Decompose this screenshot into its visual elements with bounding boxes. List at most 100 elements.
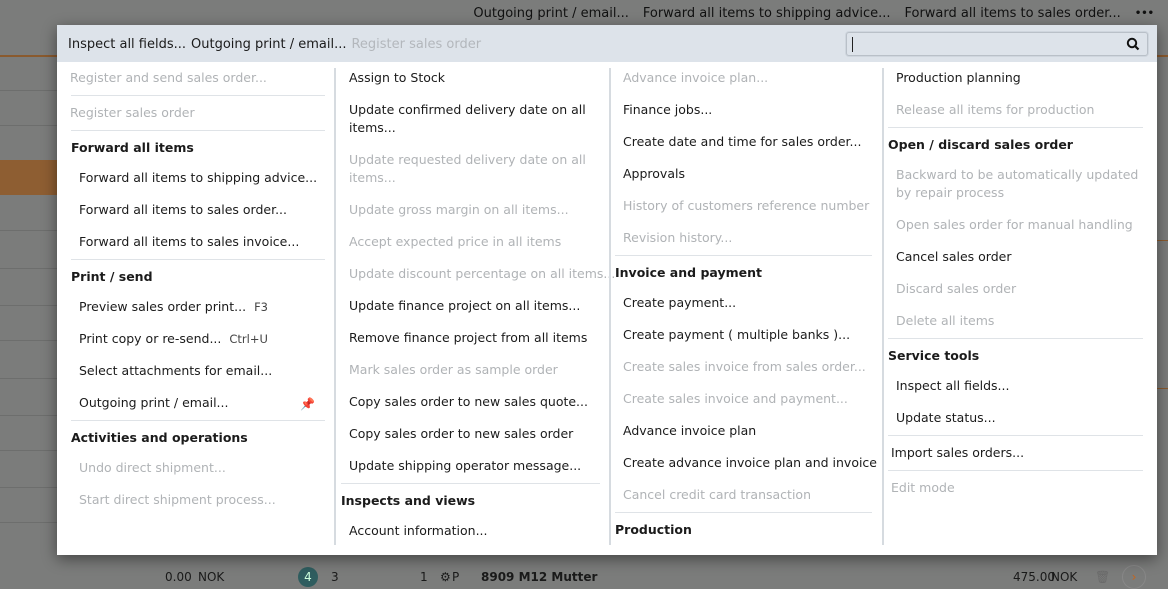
menu-divider <box>615 512 872 513</box>
menu-item-forward-all-items-to-shipping-advice[interactable]: Forward all items to shipping advice... <box>60 162 325 194</box>
search-icon[interactable] <box>1126 37 1140 51</box>
menu-item-create-date-and-time-for-sales-order[interactable]: Create date and time for sales order... <box>604 126 872 158</box>
next-icon[interactable]: › <box>1122 565 1146 589</box>
menu-item-print-copy-or-re-send[interactable]: Print copy or re-send... Ctrl+U <box>60 323 325 355</box>
menu-item-advance-invoice-plan[interactable]: Advance invoice plan <box>604 415 872 447</box>
menu-divider <box>888 338 1143 339</box>
menu-item-create-sales-invoice-from-sales-order[interactable]: Create sales invoice from sales order... <box>604 351 872 383</box>
background-table-row: 0.00 NOK 4 3 1 ⚙ P 8909 M12 Mutter 475.0… <box>0 565 1168 589</box>
menu-item-label: Forward all items to sales invoice... <box>79 234 300 249</box>
toolbar-link[interactable]: Forward all items to shipping advice... <box>643 6 891 21</box>
menu-item-mark-sales-order-as-sample-order[interactable]: Mark sales order as sample order <box>330 354 600 386</box>
menu-item-update-status[interactable]: Update status... <box>877 402 1143 434</box>
menu-item-label: Release all items for production <box>896 102 1095 117</box>
menu-item-inspect-all-fields[interactable]: Inspect all fields... <box>877 370 1143 402</box>
toolbar-link[interactable]: Forward all items to sales order... <box>904 6 1120 21</box>
menu-item-discard-sales-order[interactable]: Discard sales order <box>877 273 1143 305</box>
menu-item-update-discount-percentage-on-all-items[interactable]: Update discount percentage on all items.… <box>330 258 615 290</box>
menu-item-create-payment[interactable]: Create payment... <box>604 287 872 319</box>
menu-item-import-sales-orders[interactable]: Import sales orders... <box>877 437 1143 469</box>
menu-item-register-sales-order[interactable]: Register sales order <box>60 97 325 129</box>
menu-item-label: Account information... <box>349 523 488 538</box>
menu-item-history-of-customers-reference-number[interactable]: History of customers reference number <box>604 190 872 222</box>
menu-item-accept-expected-price-in-all-items[interactable]: Accept expected price in all items <box>330 226 600 258</box>
menu-item-approvals[interactable]: Approvals <box>604 158 872 190</box>
menu-item-label: Select attachments for email... <box>79 363 273 378</box>
menu-item-create-sales-invoice-and-payment[interactable]: Create sales invoice and payment... <box>604 383 872 415</box>
menu-item-update-gross-margin-on-all-items[interactable]: Update gross margin on all items... <box>330 194 600 226</box>
menu-item-label: Open sales order for manual handling <box>896 217 1133 232</box>
menu-item-create-payment-multiple-banks[interactable]: Create payment ( multiple banks )... <box>604 319 872 351</box>
menu-item-open-sales-order-for-manual-handling[interactable]: Open sales order for manual handling <box>877 209 1143 241</box>
menu-item-forward-all-items-to-sales-invoice[interactable]: Forward all items to sales invoice... <box>60 226 325 258</box>
menu-item-label: Production planning <box>896 70 1021 85</box>
menu-item-label: Copy sales order to new sales order <box>349 426 574 441</box>
menu-item-forward-all-items-to-sales-order[interactable]: Forward all items to sales order... <box>60 194 325 226</box>
menu-divider <box>615 255 872 256</box>
menu-item-update-confirmed-delivery-date-on-all-items[interactable]: Update confirmed delivery date on all it… <box>330 94 600 144</box>
menu-item-label: Advance invoice plan <box>623 423 757 438</box>
menu-divider <box>71 95 325 96</box>
menu-item-label: Import sales orders... <box>891 445 1025 460</box>
pin-icon[interactable]: 📌 <box>300 395 315 413</box>
menu-item-label: Outgoing print / email... <box>79 395 229 410</box>
menu-item-start-direct-shipment-process[interactable]: Start direct shipment process... <box>60 484 325 516</box>
menu-item-finance-jobs[interactable]: Finance jobs... <box>604 94 872 126</box>
amount: 0.00 <box>165 570 192 584</box>
menu-item-remove-finance-project-from-all-items[interactable]: Remove finance project from all items <box>330 322 600 354</box>
menu-item-copy-sales-order-to-new-sales-quote[interactable]: Copy sales order to new sales quote... <box>330 386 600 418</box>
menu-item-label: Forward all items to shipping advice... <box>79 170 318 185</box>
menu-item-select-attachments-for-email[interactable]: Select attachments for email... <box>60 355 325 387</box>
menu-item-label: Update finance project on all items... <box>349 298 581 313</box>
menu-item-label: Inspect all fields... <box>896 378 1010 393</box>
menu-item-label: Forward all items to sales order... <box>79 202 287 217</box>
menu-item-create-advance-invoice-plan-and-invoice[interactable]: Create advance invoice plan and invoice <box>604 447 877 479</box>
menu-item-preview-sales-order-print[interactable]: Preview sales order print... F3 <box>60 291 325 323</box>
menu-item-copy-sales-order-to-new-sales-order[interactable]: Copy sales order to new sales order <box>330 418 600 450</box>
shortcut-hint: F3 <box>254 300 268 314</box>
menu-item-register-and-send-sales-order[interactable]: Register and send sales order... <box>60 62 325 94</box>
gear-icon: ⚙ <box>440 570 451 584</box>
selected-row <box>0 160 57 195</box>
menu-item-label: Start direct shipment process... <box>79 492 276 507</box>
menu-item-production-planning[interactable]: Production planning <box>877 62 1143 94</box>
menu-item-cancel-sales-order[interactable]: Cancel sales order <box>877 241 1143 273</box>
trash-icon[interactable]: 🗑 <box>1095 570 1110 584</box>
menu-item-label: Print copy or re-send... <box>79 331 222 346</box>
menu-item-delete-all-items[interactable]: Delete all items <box>877 305 1143 337</box>
menu-item-label: Accept expected price in all items <box>349 234 562 249</box>
menu-divider <box>888 470 1143 471</box>
search-input[interactable] <box>846 32 1148 56</box>
menu-column: Advance invoice plan... Finance jobs... Cr… <box>604 62 877 547</box>
item-name[interactable]: 8909 M12 Mutter <box>481 570 597 584</box>
menu-item-edit-mode[interactable]: Edit mode <box>877 472 1143 504</box>
menu-divider <box>71 420 325 421</box>
menu-item-update-requested-delivery-date-on-all-items[interactable]: Update requested delivery date on all it… <box>330 144 600 194</box>
menu-item-release-all-items-for-production[interactable]: Release all items for production <box>877 94 1143 126</box>
menu-item-backward-to-be-automatically-updated-by-repair-process[interactable]: Backward to be automatically updated by … <box>877 159 1143 209</box>
menu-item-label: Register and send sales order... <box>70 70 267 85</box>
menu-item-revision-history[interactable]: Revision history... <box>604 222 872 254</box>
shortcut-hint: Ctrl+U <box>229 332 268 346</box>
line-number: 1 <box>420 570 428 584</box>
menu-item-update-shipping-operator-message[interactable]: Update shipping operator message... <box>330 450 600 482</box>
menu-item-label: Create payment ( multiple banks )... <box>623 327 851 342</box>
menu-item-label: Backward to be automatically updated by … <box>896 167 1139 200</box>
favorite-register-sales-order[interactable]: Register sales order <box>351 37 481 52</box>
menu-item-advance-invoice-plan[interactable]: Advance invoice plan... <box>604 62 872 94</box>
menu-item-assign-to-stock[interactable]: Assign to Stock <box>330 62 600 94</box>
menu-item-undo-direct-shipment[interactable]: Undo direct shipment... <box>60 452 325 484</box>
menu-item-account-information[interactable]: Account information... <box>330 515 600 547</box>
section-header-activities-and-operations: Activities and operations <box>71 430 248 445</box>
toolbar-link[interactable]: Outgoing print / email... <box>473 6 628 21</box>
menu-item-update-finance-project-on-all-items[interactable]: Update finance project on all items... <box>330 290 600 322</box>
menu-item-outgoing-print-email[interactable]: Outgoing print / email... 📌 <box>60 387 325 419</box>
favorite-inspect-all-fields[interactable]: Inspect all fields... <box>68 37 186 52</box>
section-header-open-discard-sales-order: Open / discard sales order <box>888 137 1073 152</box>
more-icon[interactable]: ••• <box>1135 6 1154 21</box>
menu-item-label: Cancel credit card transaction <box>623 487 812 502</box>
menu-divider <box>71 259 325 260</box>
section-header-inspects-and-views: Inspects and views <box>341 493 476 508</box>
menu-item-cancel-credit-card-transaction[interactable]: Cancel credit card transaction <box>604 479 872 511</box>
favorite-outgoing-print[interactable]: Outgoing print / email... <box>191 37 346 52</box>
